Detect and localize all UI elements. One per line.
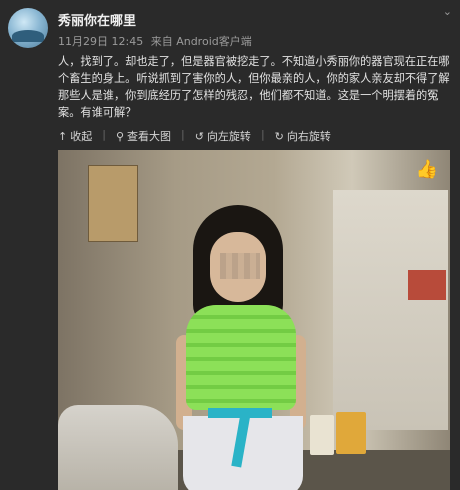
post-source[interactable]: 来自 Android客户端: [151, 35, 252, 48]
rotate-right-button[interactable]: ↻ 向右旋转: [275, 128, 331, 144]
image-toolbar: ↑ 收起 | ⚲ 查看大图 | ↺ 向左旋转 | ↻ 向右旋转: [58, 128, 341, 144]
view-large-label: 查看大图: [127, 130, 171, 143]
photo-bucket-white: [310, 415, 334, 455]
divider: |: [181, 128, 185, 141]
rotate-left-label: 向左旋转: [206, 130, 251, 143]
rotate-right-label: 向右旋转: [286, 130, 331, 143]
thumbs-up-icon[interactable]: 👍: [414, 156, 440, 182]
photo-bucket-yellow: [336, 412, 366, 454]
username[interactable]: 秀丽你在哪里: [58, 10, 136, 29]
photo-red-sign: [408, 270, 446, 300]
divider: |: [102, 128, 106, 141]
post-time[interactable]: 11月29日 12:45: [58, 35, 143, 48]
chevron-down-icon[interactable]: ⌄: [443, 5, 452, 18]
photo-doorway: [333, 190, 448, 430]
photo-girl-dress: [186, 305, 296, 410]
view-large-button[interactable]: ⚲ 查看大图: [116, 128, 171, 144]
up-arrow-icon: ↑: [58, 129, 68, 143]
rotate-left-icon: ↺: [194, 129, 204, 143]
magnifier-icon: ⚲: [115, 129, 124, 143]
photo-sacks: [58, 405, 178, 490]
rotate-left-button[interactable]: ↺ 向左旋转: [195, 128, 251, 144]
post-text: 人，找到了。却也走了，但是器官被挖走了。不知道小秀丽你的器官现在正在哪个畜生的身…: [58, 55, 450, 119]
post-photo[interactable]: 👍: [58, 150, 450, 490]
photo-wall-poster: [88, 165, 138, 242]
photo-face-mosaic: [220, 253, 260, 279]
collapse-button[interactable]: ↑ 收起: [58, 128, 92, 144]
rotate-right-icon: ↻: [274, 129, 284, 143]
avatar[interactable]: [8, 8, 48, 48]
collapse-label: 收起: [70, 130, 93, 143]
divider: |: [260, 128, 265, 141]
post-meta: 11月29日 12:45 来自 Android客户端: [58, 33, 252, 49]
